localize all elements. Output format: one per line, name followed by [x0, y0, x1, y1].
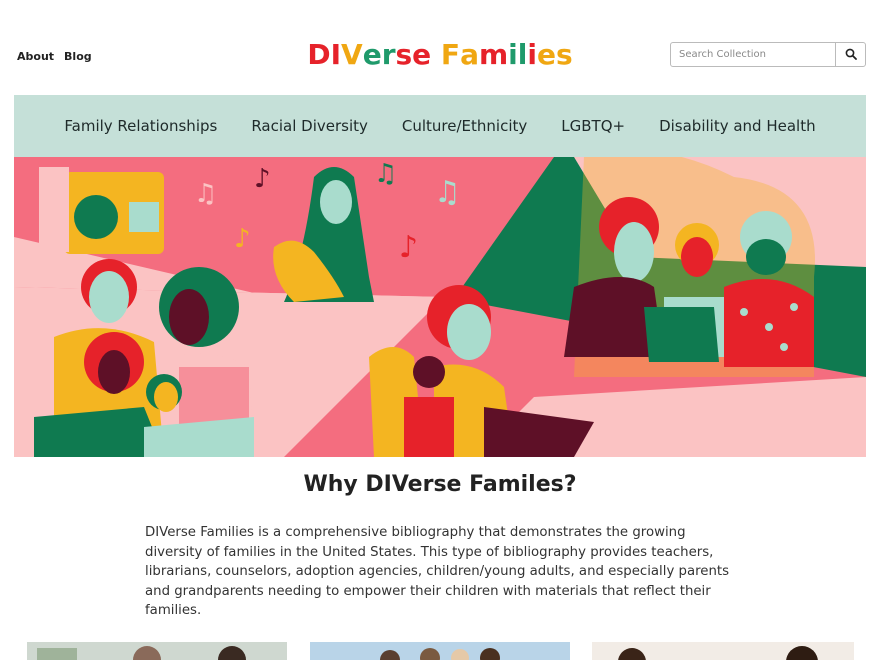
svg-text:♪: ♪	[399, 230, 418, 265]
nav-culture-ethnicity[interactable]: Culture/Ethnicity	[402, 117, 527, 135]
card-image[interactable]	[27, 642, 287, 660]
search-button[interactable]	[835, 43, 865, 66]
logo-letter: D	[307, 38, 331, 71]
svg-text:♪: ♪	[234, 224, 251, 254]
logo-letter: I	[330, 38, 342, 71]
logo-letter: s	[395, 38, 413, 71]
card-image[interactable]	[310, 642, 570, 660]
logo-letter: r	[381, 38, 396, 71]
logo-letter: e	[536, 38, 556, 71]
logo-letter: m	[478, 38, 509, 71]
logo-letter: s	[555, 38, 573, 71]
logo-letter: F	[440, 38, 461, 71]
category-nav: Family Relationships Racial Diversity Cu…	[14, 95, 866, 157]
section-body: DIVerse Families is a comprehensive bibl…	[145, 525, 730, 618]
nav-disability-health[interactable]: Disability and Health	[659, 117, 816, 135]
logo-letter: i	[527, 38, 537, 71]
section-title: Why DIVerse Familes?	[303, 472, 577, 497]
logo-letter: e	[412, 38, 432, 71]
svg-text:♫: ♫	[374, 159, 397, 189]
logo-letter	[431, 38, 441, 71]
search-icon	[845, 45, 857, 64]
logo-letter: l	[517, 38, 528, 71]
svg-text:♫: ♫	[434, 175, 461, 210]
logo-letter: V	[341, 38, 363, 71]
hero-illustration: ♫ ♪ ♪ ♪ ♫ ♫	[14, 157, 866, 457]
featured-cards	[0, 642, 880, 660]
logo-letter: i	[508, 38, 518, 71]
search-bar	[670, 42, 866, 67]
search-input[interactable]	[671, 43, 835, 66]
site-header: About Blog DIVerse Families	[0, 0, 880, 95]
svg-text:♫: ♫	[194, 179, 217, 209]
logo-letter: e	[362, 38, 382, 71]
svg-text:♪: ♪	[254, 164, 271, 194]
nav-racial-diversity[interactable]: Racial Diversity	[251, 117, 368, 135]
logo-letter: a	[460, 38, 479, 71]
nav-family-relationships[interactable]: Family Relationships	[64, 117, 217, 135]
card-image[interactable]	[592, 642, 854, 660]
nav-lgbtq[interactable]: LGBTQ+	[561, 117, 625, 135]
